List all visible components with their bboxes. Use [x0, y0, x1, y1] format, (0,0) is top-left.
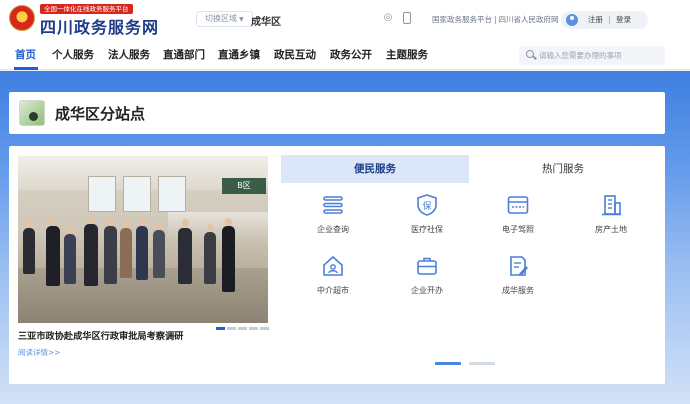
service-page-1[interactable] [435, 362, 461, 365]
mobile-icon[interactable] [403, 12, 411, 24]
region-switch-button[interactable]: 切换区域 ▼ [196, 11, 253, 27]
house-icon [323, 255, 343, 276]
service-label: 房产土地 [595, 225, 627, 234]
weibo-icon[interactable]: ◎ [382, 12, 394, 24]
news-photo[interactable]: B区 [18, 156, 268, 323]
service-label: 企业开办 [411, 286, 443, 295]
search-box [519, 46, 665, 65]
service-real-estate[interactable]: 房产土地 [576, 194, 646, 244]
service-tabs: 便民服务 热门服务 [281, 155, 657, 183]
nav-departments[interactable]: 直通部门 [163, 47, 205, 62]
chevron-down-icon: ▼ [239, 16, 244, 23]
service-page-2[interactable] [469, 362, 495, 365]
service-label: 成华服务 [502, 286, 534, 295]
nav-personal-service[interactable]: 个人服务 [52, 47, 94, 62]
current-region: 成华区 [251, 17, 281, 28]
nav-corporate-service[interactable]: 法人服务 [108, 47, 150, 62]
login-link[interactable]: 登录 [616, 15, 631, 25]
site-name[interactable]: 四川政务服务网 [40, 14, 159, 38]
service-label: 企业查询 [317, 225, 349, 234]
carousel-dot-5[interactable] [260, 327, 269, 330]
platform-slogan: 全国一体化在线政务服务平台 [40, 4, 133, 14]
carousel-dot-1[interactable] [216, 327, 225, 330]
main-card: B区 三亚市政协赴成华区行政审批局考察调研 阅读详情>> 便民服务 热门服务 企… [9, 146, 665, 384]
search-input[interactable] [539, 49, 661, 62]
station-logo [19, 100, 45, 126]
nav-towns[interactable]: 直通乡镇 [218, 47, 260, 62]
service-business-startup[interactable]: 企业开办 [392, 255, 462, 305]
building-icon [602, 195, 621, 216]
top-links: 国家政务服务平台 | 四川省人民政府网 [432, 15, 559, 24]
nav-theme-service[interactable]: 主题服务 [386, 47, 428, 62]
card-icon [507, 196, 529, 214]
link-sichuan-gov[interactable]: 四川省人民政府网 [499, 15, 559, 24]
link-national-platform[interactable]: 国家政务服务平台 [432, 15, 492, 24]
news-headline[interactable]: 三亚市政协赴成华区行政审批局考察调研 [18, 328, 183, 342]
region-switch-label: 切换区域 [205, 14, 237, 23]
svg-text:保: 保 [422, 200, 431, 212]
page-title: 成华区分站点 [55, 105, 146, 123]
service-agency-market[interactable]: 中介超市 [298, 255, 368, 305]
document-edit-icon [510, 256, 528, 276]
service-e-license[interactable]: 电子驾照 [483, 194, 553, 244]
search-icon[interactable] [526, 50, 534, 58]
shield-icon: 保 [417, 194, 437, 216]
service-medical-insurance[interactable]: 保 医疗社保 [392, 194, 462, 244]
active-nav-indicator [14, 67, 38, 70]
service-chenghua[interactable]: 成华服务 [483, 255, 553, 305]
station-title-card: 成华区分站点 [9, 92, 665, 134]
register-link[interactable]: 注册 [588, 15, 603, 25]
national-emblem-logo [9, 5, 35, 31]
service-enterprise-query[interactable]: 企业查询 [298, 194, 368, 244]
tab-convenience-service[interactable]: 便民服务 [281, 155, 469, 183]
nav-open-gov[interactable]: 政务公开 [330, 47, 372, 62]
photo-sign: B区 [222, 178, 266, 194]
list-icon [323, 196, 343, 214]
carousel-dot-4[interactable] [249, 327, 258, 330]
carousel-dot-3[interactable] [238, 327, 247, 330]
read-more-link[interactable]: 阅读详情>> [18, 347, 61, 358]
briefcase-icon [417, 257, 437, 275]
nav-home[interactable]: 首页 [15, 47, 36, 62]
service-label: 医疗社保 [411, 225, 443, 234]
user-icon [566, 14, 578, 26]
service-label: 中介超市 [317, 286, 349, 295]
carousel-dot-2[interactable] [227, 327, 236, 330]
service-label: 电子驾照 [502, 225, 534, 234]
divider: | [608, 15, 611, 24]
tab-popular-service[interactable]: 热门服务 [469, 155, 657, 183]
top-header: 全国一体化在线政务服务平台 四川政务服务网 切换区域 ▼ 成华区 ◎ 国家政务服务… [0, 0, 690, 40]
nav-interaction[interactable]: 政民互动 [274, 47, 316, 62]
account-area: 注册 | 登录 [561, 11, 648, 29]
